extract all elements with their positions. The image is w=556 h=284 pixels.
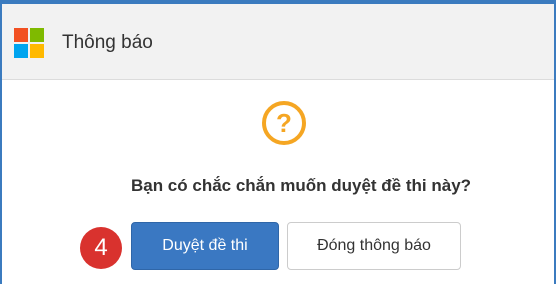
close-notification-button[interactable]: Đóng thông báo: [287, 222, 461, 270]
approve-exam-button[interactable]: Duyệt đề thi: [131, 222, 279, 270]
dialog-header: Thông báo: [2, 4, 554, 80]
step-number-badge: 4: [80, 227, 122, 269]
windows-logo-icon: [14, 28, 44, 58]
dialog-title: Thông báo: [62, 32, 153, 53]
confirmation-message: Bạn có chắc chắn muốn duyệt đề thi này?: [130, 176, 472, 195]
question-circle-icon: ?: [262, 101, 306, 145]
